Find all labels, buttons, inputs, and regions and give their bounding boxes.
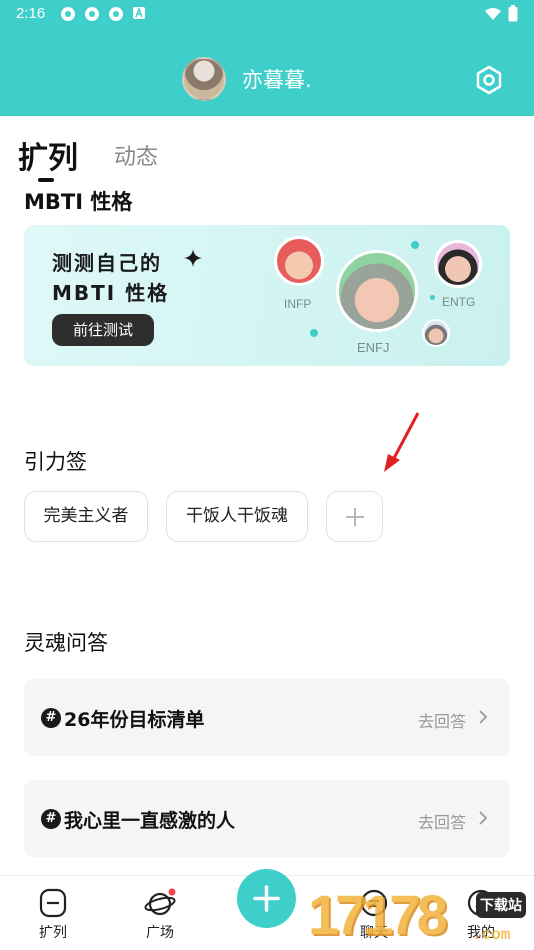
enfj-label: ENFJ: [357, 340, 390, 355]
status-bar: 2:16: [0, 0, 534, 28]
notification-app-icon: [61, 7, 75, 21]
nav-label: 扩列: [39, 925, 67, 941]
watermark-suffix: .com: [472, 926, 511, 944]
wifi-icon: [485, 7, 501, 20]
start-test-button[interactable]: 前往测试: [52, 314, 154, 346]
enfj-avatar: [336, 250, 418, 332]
tag-perfectionist[interactable]: 完美主义者: [24, 491, 148, 542]
nav-label: 广场: [146, 925, 174, 941]
answer-link[interactable]: 去回答: [418, 708, 466, 732]
qa-question: 26年份目标清单: [64, 709, 205, 731]
decor-dot: [430, 295, 435, 300]
create-post-button[interactable]: [237, 869, 296, 928]
expand-list-icon: [39, 888, 67, 918]
profile-name: 亦暮暮.: [242, 68, 312, 92]
notification-app-icon: [85, 7, 99, 21]
infp-label: INFP: [284, 297, 312, 311]
status-time: 2:16: [16, 5, 46, 22]
qa-question: 我心里一直感激的人: [64, 810, 236, 832]
small-avatar: [422, 319, 450, 347]
profile-header[interactable]: 亦暮暮.: [182, 57, 312, 101]
top-header: 2:16 亦暮暮.: [0, 0, 534, 116]
watermark-badge: 下载站: [476, 892, 526, 918]
plus-icon: [253, 885, 280, 912]
chevron-right-icon: [479, 710, 488, 724]
chevron-right-icon: [479, 811, 488, 825]
tag-foodie[interactable]: 干饭人干饭魂: [166, 491, 308, 542]
notification-icons: [60, 6, 146, 22]
mbti-card-title-line1: 测测自己的: [52, 251, 162, 275]
red-arrow-annotation: [384, 412, 420, 472]
planet-icon: [144, 888, 176, 916]
mbti-section-title: MBTI 性格: [24, 190, 133, 214]
watermark-logo: 17178 下载站 .com: [308, 882, 534, 950]
tags-section-title: 引力签: [24, 450, 87, 474]
decor-dot: [310, 329, 318, 337]
watermark-text: 17178: [308, 883, 448, 946]
tab-moments[interactable]: 动态: [114, 139, 158, 171]
entg-avatar: [434, 240, 482, 288]
tab-expand[interactable]: 扩列: [18, 133, 78, 177]
entg-label: ENTG: [442, 295, 476, 309]
hashtag-icon: #: [41, 809, 61, 829]
avatar[interactable]: [182, 57, 226, 101]
notification-a-icon: [133, 6, 145, 19]
answer-link[interactable]: 去回答: [418, 809, 466, 833]
mbti-test-card[interactable]: 测测自己的 MBTI 性格 前往测试 INFP ENFJ ENTG: [24, 225, 510, 366]
status-right: [484, 5, 518, 22]
plus-icon: [346, 508, 364, 526]
battery-icon: [508, 5, 518, 22]
hashtag-icon: #: [41, 708, 61, 728]
settings-hexagon-icon[interactable]: [473, 64, 505, 96]
add-tag-button[interactable]: [326, 491, 383, 542]
sparkle-icon: [184, 249, 202, 267]
qa-item[interactable]: # 26年份目标清单 去回答: [24, 679, 510, 756]
qa-item[interactable]: # 我心里一直感激的人 去回答: [24, 780, 510, 857]
qa-section-title: 灵魂问答: [24, 631, 108, 655]
infp-avatar: [274, 236, 324, 286]
notification-app-icon: [109, 7, 123, 21]
tab-indicator: [38, 178, 54, 182]
tab-bar: 扩列 动态: [18, 133, 518, 189]
decor-dot: [411, 241, 419, 249]
mbti-card-title-line2: MBTI 性格: [52, 281, 170, 305]
